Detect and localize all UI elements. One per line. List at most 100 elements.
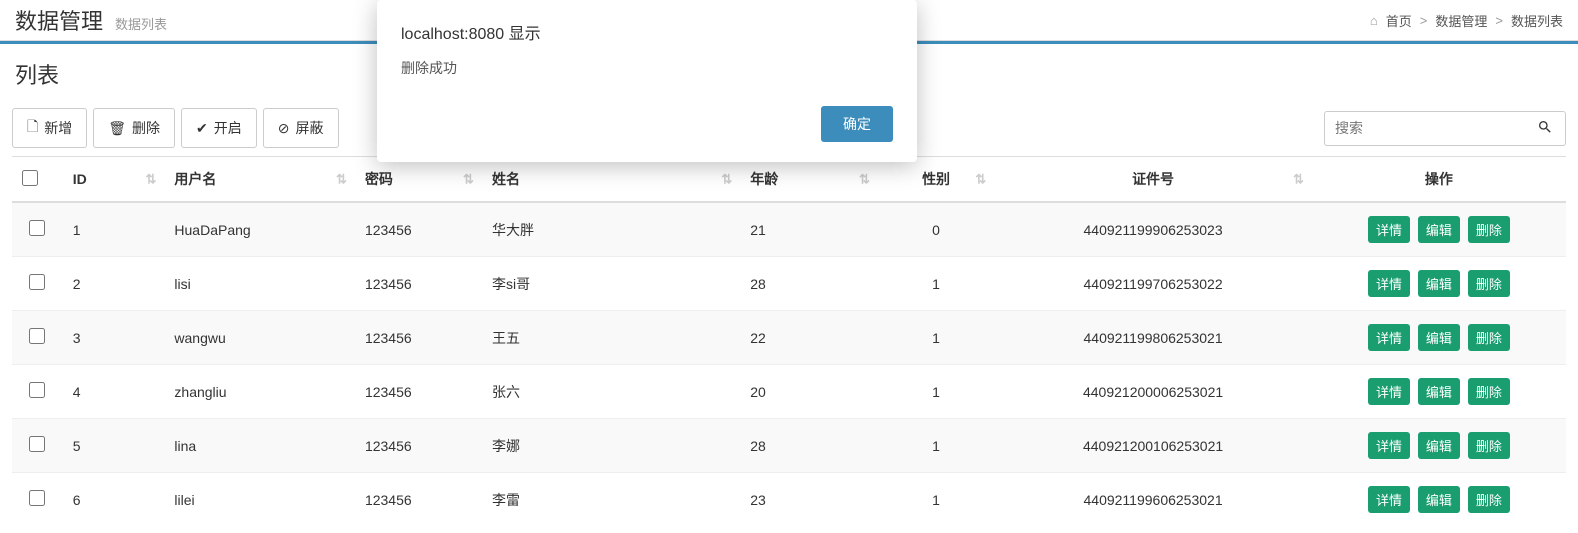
detail-button[interactable]: 详情 <box>1368 324 1410 351</box>
breadcrumb-home[interactable]: 首页 <box>1386 11 1412 30</box>
cell-actions: 详情 编辑 删除 <box>1312 365 1566 419</box>
cell-age: 23 <box>740 473 878 527</box>
cell-id: 1 <box>63 202 165 257</box>
breadcrumb-item-2[interactable]: 数据列表 <box>1511 11 1563 30</box>
edit-button[interactable]: 编辑 <box>1418 216 1460 243</box>
cell-password: 123456 <box>355 419 482 473</box>
cell-gender: 1 <box>878 257 994 311</box>
trash-icon: 🗑 <box>108 120 126 137</box>
cell-gender: 1 <box>878 419 994 473</box>
row-checkbox[interactable] <box>29 274 45 290</box>
cell-idcard: 440921199606253021 <box>994 473 1312 527</box>
column-username[interactable]: 用户名⇅ <box>164 157 355 203</box>
delete-button[interactable]: 🗑 删除 <box>93 108 175 148</box>
detail-button[interactable]: 详情 <box>1368 432 1410 459</box>
detail-button[interactable]: 详情 <box>1368 486 1410 513</box>
search-input[interactable] <box>1325 113 1525 143</box>
edit-button[interactable]: 编辑 <box>1418 486 1460 513</box>
row-checkbox[interactable] <box>29 382 45 398</box>
column-actions: 操作 <box>1312 157 1566 203</box>
cell-name: 李娜 <box>482 419 740 473</box>
dialog-message: 删除成功 <box>401 58 893 78</box>
breadcrumb: ⌂ 首页 > 数据管理 > 数据列表 <box>1370 11 1563 30</box>
cell-username: zhangliu <box>164 365 355 419</box>
edit-button[interactable]: 编辑 <box>1418 432 1460 459</box>
row-checkbox[interactable] <box>29 220 45 236</box>
breadcrumb-item-1[interactable]: 数据管理 <box>1435 11 1487 30</box>
table-row: 4 zhangliu 123456 张六 20 1 44092120000625… <box>12 365 1566 419</box>
table-header-row: ID⇅ 用户名⇅ 密码⇅ 姓名⇅ 年龄⇅ 性别⇅ 证件号⇅ 操作 <box>12 157 1566 203</box>
disable-button-label: 屏蔽 <box>296 118 324 138</box>
breadcrumb-sep: > <box>1420 13 1428 28</box>
disable-button[interactable]: ⊘ 屏蔽 <box>263 108 339 148</box>
row-delete-button[interactable]: 删除 <box>1468 486 1510 513</box>
enable-button-label: 开启 <box>214 118 242 138</box>
page-subtitle: 数据列表 <box>115 14 167 33</box>
cell-name: 张六 <box>482 365 740 419</box>
cell-password: 123456 <box>355 202 482 257</box>
row-delete-button[interactable]: 删除 <box>1468 270 1510 297</box>
dialog-confirm-button[interactable]: 确定 <box>821 106 893 142</box>
delete-button-label: 删除 <box>132 118 160 138</box>
row-delete-button[interactable]: 删除 <box>1468 216 1510 243</box>
column-idcard[interactable]: 证件号⇅ <box>994 157 1312 203</box>
column-id[interactable]: ID⇅ <box>63 157 165 203</box>
dialog-title: localhost:8080 显示 <box>401 20 893 44</box>
cell-password: 123456 <box>355 473 482 527</box>
table-row: 5 lina 123456 李娜 28 1 440921200106253021… <box>12 419 1566 473</box>
cell-id: 5 <box>63 419 165 473</box>
file-icon: 🗋 <box>27 116 38 140</box>
edit-button[interactable]: 编辑 <box>1418 324 1460 351</box>
cell-name: 王五 <box>482 311 740 365</box>
cell-gender: 1 <box>878 365 994 419</box>
cell-username: lisi <box>164 257 355 311</box>
cell-age: 22 <box>740 311 878 365</box>
cell-username: wangwu <box>164 311 355 365</box>
column-name[interactable]: 姓名⇅ <box>482 157 740 203</box>
detail-button[interactable]: 详情 <box>1368 378 1410 405</box>
cell-age: 28 <box>740 257 878 311</box>
cell-actions: 详情 编辑 删除 <box>1312 473 1566 527</box>
table-row: 1 HuaDaPang 123456 华大胖 21 0 440921199906… <box>12 202 1566 257</box>
page-title: 数据管理 <box>15 4 103 36</box>
sort-icon: ⇅ <box>146 176 157 183</box>
detail-button[interactable]: 详情 <box>1368 270 1410 297</box>
alert-dialog: localhost:8080 显示 删除成功 确定 <box>377 0 917 162</box>
row-checkbox[interactable] <box>29 328 45 344</box>
breadcrumb-sep: > <box>1495 13 1503 28</box>
column-password[interactable]: 密码⇅ <box>355 157 482 203</box>
cell-idcard: 440921199806253021 <box>994 311 1312 365</box>
sort-icon: ⇅ <box>463 176 474 183</box>
data-table: ID⇅ 用户名⇅ 密码⇅ 姓名⇅ 年龄⇅ 性别⇅ 证件号⇅ 操作 1 HuaDa… <box>12 156 1566 526</box>
row-checkbox[interactable] <box>29 490 45 506</box>
row-delete-button[interactable]: 删除 <box>1468 324 1510 351</box>
table-row: 6 lilei 123456 李雷 23 1 44092119960625302… <box>12 473 1566 527</box>
cell-idcard: 440921199706253022 <box>994 257 1312 311</box>
cell-age: 28 <box>740 419 878 473</box>
home-icon: ⌂ <box>1370 13 1378 28</box>
cell-id: 2 <box>63 257 165 311</box>
sort-icon: ⇅ <box>721 176 732 183</box>
enable-button[interactable]: ✔ 开启 <box>181 108 257 148</box>
select-all-checkbox[interactable] <box>22 170 38 186</box>
sort-icon: ⇅ <box>1293 176 1304 183</box>
sort-icon: ⇅ <box>859 176 870 183</box>
detail-button[interactable]: 详情 <box>1368 216 1410 243</box>
column-gender[interactable]: 性别⇅ <box>878 157 994 203</box>
cell-id: 3 <box>63 311 165 365</box>
cell-username: HuaDaPang <box>164 202 355 257</box>
add-button[interactable]: 🗋 新增 <box>12 108 87 148</box>
row-checkbox[interactable] <box>29 436 45 452</box>
row-delete-button[interactable]: 删除 <box>1468 432 1510 459</box>
cell-gender: 1 <box>878 473 994 527</box>
edit-button[interactable]: 编辑 <box>1418 270 1460 297</box>
search-button[interactable] <box>1525 112 1565 145</box>
table-row: 3 wangwu 123456 王五 22 1 4409211998062530… <box>12 311 1566 365</box>
search-icon <box>1537 119 1553 135</box>
edit-button[interactable]: 编辑 <box>1418 378 1460 405</box>
row-delete-button[interactable]: 删除 <box>1468 378 1510 405</box>
cell-password: 123456 <box>355 311 482 365</box>
column-age[interactable]: 年龄⇅ <box>740 157 878 203</box>
cell-id: 4 <box>63 365 165 419</box>
cell-idcard: 440921199906253023 <box>994 202 1312 257</box>
